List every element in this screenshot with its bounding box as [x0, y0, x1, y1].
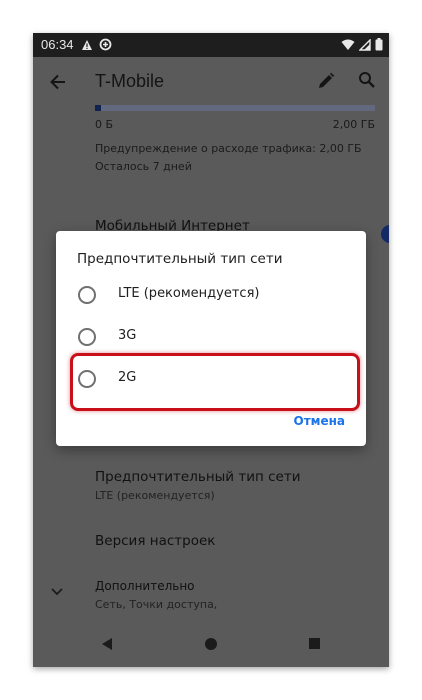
advanced-title[interactable]: Дополнительно: [95, 579, 195, 593]
warning-icon: [82, 39, 92, 50]
mobile-internet-toggle[interactable]: [381, 225, 389, 243]
option-2g[interactable]: 2G: [56, 358, 366, 398]
preferred-network-value: LTE (рекомендуется): [95, 489, 215, 502]
nav-home-icon[interactable]: [205, 638, 217, 650]
page-title: T-Mobile: [95, 71, 165, 91]
usage-min-label: 0 Б: [95, 118, 114, 131]
nav-recents-icon[interactable]: [309, 638, 320, 649]
network-type-dialog: Предпочтительный тип сети LTE (рекоменду…: [56, 231, 366, 446]
status-bar: 06:34: [33, 33, 389, 57]
cell-signal-icon: [359, 38, 371, 51]
radio-unchecked-icon[interactable]: [78, 286, 96, 304]
radio-unchecked-icon[interactable]: [78, 328, 96, 346]
usage-progress-fill: [95, 105, 101, 111]
preferred-network-title[interactable]: Предпочтительный тип сети: [95, 469, 301, 485]
wifi-icon: [341, 39, 355, 50]
option-lte[interactable]: LTE (рекомендуется): [56, 274, 366, 314]
search-icon[interactable]: [358, 71, 376, 89]
dialog-title: Предпочтительный тип сети: [77, 251, 283, 267]
data-saver-icon: [99, 38, 112, 51]
advanced-subtitle: Сеть, Точки доступа,: [95, 598, 218, 611]
back-arrow-icon[interactable]: [49, 73, 67, 91]
option-label: 3G: [118, 328, 137, 343]
option-3g[interactable]: 3G: [56, 316, 366, 356]
battery-icon: [375, 38, 383, 51]
usage-max-label: 2,00 ГБ: [332, 118, 375, 131]
edit-icon[interactable]: [317, 72, 335, 90]
usage-warning-text: Предупреждение о расходе трафика: 2,00 Г…: [95, 142, 362, 155]
settings-version-item[interactable]: Версия настроек: [95, 533, 215, 549]
option-label: LTE (рекомендуется): [118, 286, 260, 301]
phone-screen: 06:34 T-Mobile 0 Б 2,00 ГБ Предупреждени…: [33, 33, 389, 667]
usage-progress-bar: [95, 105, 375, 111]
chevron-down-icon[interactable]: [50, 587, 64, 597]
nav-back-icon[interactable]: [101, 637, 113, 651]
cancel-button[interactable]: Отмена: [294, 414, 346, 428]
usage-days-left: Осталось 7 дней: [95, 160, 192, 173]
radio-unchecked-icon[interactable]: [78, 370, 96, 388]
navigation-bar: [33, 621, 389, 667]
option-label: 2G: [118, 370, 137, 385]
status-time: 06:34: [41, 37, 74, 52]
